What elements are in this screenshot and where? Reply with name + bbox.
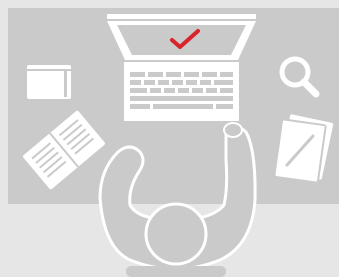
desk-illustration [0,0,339,277]
illustration-canvas [8,8,339,277]
notebook-icon [27,65,71,99]
laptop-icon [107,14,256,121]
